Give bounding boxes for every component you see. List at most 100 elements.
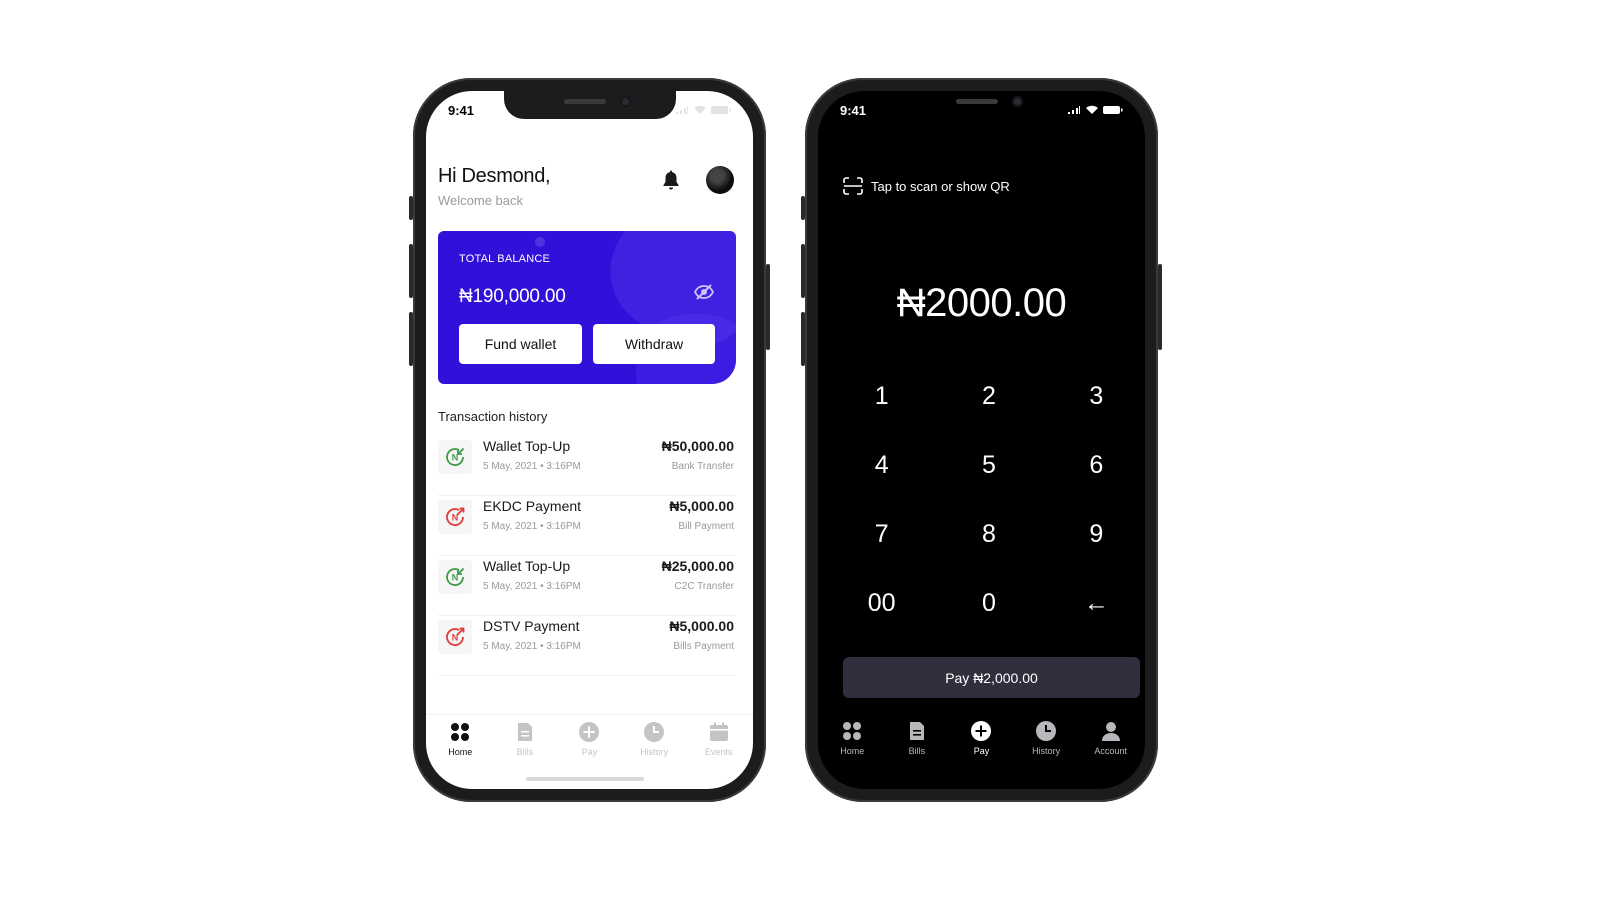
status-time: 9:41 [448,103,475,118]
transaction-date: 5 May, 2021 • 3:16PM [483,581,581,592]
volume-down-button [409,312,413,366]
card-decoration [535,237,545,247]
numeric-keypad: 1 2 3 4 5 6 7 8 9 00 0 ← [828,373,1145,626]
nav-item-home[interactable]: Home [821,714,883,789]
nav-item-events[interactable]: Events [688,715,750,789]
front-camera [619,96,631,107]
power-button [1158,264,1162,350]
volume-up-button [409,244,413,298]
speaker-grille [563,99,606,104]
account-user-icon [1101,722,1120,741]
transaction-list: N Wallet Top-Up 5 May, 2021 • 3:16PM ₦50… [438,436,736,676]
home-grid-icon [451,723,470,741]
transaction-method: Bank Transfer [671,461,734,472]
key-2[interactable]: 2 [935,373,1042,419]
pay-screen: 9:41 Tap to scan or show QR ₦2000.00 1 2… [818,91,1145,789]
nav-label: Home [840,746,865,756]
nav-item-history[interactable]: History [1015,714,1077,789]
bills-document-icon [909,722,924,740]
key-5[interactable]: 5 [935,442,1042,488]
transaction-amount: ₦50,000.00 [661,438,734,454]
svg-text:N: N [452,633,459,643]
nav-label: Home [448,747,473,757]
avatar[interactable] [706,166,734,194]
mute-switch [409,196,413,220]
key-4[interactable]: 4 [828,442,935,488]
wifi-icon [1086,105,1098,114]
notch [895,91,1068,119]
key-3[interactable]: 3 [1043,373,1145,419]
transaction-row[interactable]: N Wallet Top-Up 5 May, 2021 • 3:16PM ₦50… [438,436,736,496]
nav-label: Pay [973,746,990,756]
transaction-method: Bill Payment [678,521,734,532]
bills-document-icon [517,723,532,741]
history-clock-icon [1036,721,1057,741]
power-button [766,264,770,350]
key-0[interactable]: 0 [935,580,1042,626]
key-6[interactable]: 6 [1043,442,1145,488]
key-1[interactable]: 1 [828,373,935,419]
transaction-name: Wallet Top-Up [483,438,571,454]
key-00[interactable]: 00 [828,580,935,626]
greeting-subtitle: Welcome back [438,193,524,208]
mockup-stage: 9:41 Hi Desmond, Welcome back TOTAL BALA… [0,0,1600,901]
volume-down-button [801,312,805,366]
pay-plus-icon [579,722,600,742]
phone-frame-home: 9:41 Hi Desmond, Welcome back TOTAL BALA… [409,78,770,802]
battery-icon [1103,106,1123,114]
transaction-method: Bills Payment [673,641,734,652]
svg-text:N: N [452,573,459,583]
nav-item-account[interactable]: Account [1080,714,1142,789]
scan-qr-row[interactable]: Tap to scan or show QR [843,177,1010,195]
transaction-method: C2C Transfer [674,581,734,592]
nav-label: Bills [908,746,926,756]
notch [503,91,676,119]
nav-label: Bills [516,747,534,757]
fund-wallet-button[interactable]: Fund wallet [459,324,582,364]
key-9[interactable]: 9 [1043,511,1145,557]
credit-naira-icon: N [438,440,472,474]
status-icons [1067,105,1123,115]
nav-label: Events [704,747,733,757]
credit-naira-icon: N [438,560,472,594]
transaction-amount: ₦5,000.00 [669,618,734,634]
signal-icon [676,106,688,114]
debit-naira-icon: N [438,620,472,654]
key-7[interactable]: 7 [828,511,935,557]
debit-naira-icon: N [438,500,472,534]
eye-off-icon[interactable] [694,283,714,301]
home-grid-icon [843,722,862,740]
pay-button[interactable]: Pay ₦2,000.00 [843,657,1140,698]
key-8[interactable]: 8 [935,511,1042,557]
mute-switch [801,196,805,220]
nav-label: History [1032,746,1061,756]
battery-icon [711,106,731,114]
transaction-name: DSTV Payment [483,618,580,634]
nav-item-pay[interactable]: Pay [950,714,1012,789]
bottom-nav: Home Bills Pay History Account [818,714,1145,789]
bell-icon[interactable] [659,169,683,193]
speaker-grille [955,99,998,104]
transaction-row[interactable]: N DSTV Payment 5 May, 2021 • 3:16PM ₦5,0… [438,616,736,676]
transaction-row[interactable]: N EKDC Payment 5 May, 2021 • 3:16PM ₦5,0… [438,496,736,556]
transaction-amount: ₦5,000.00 [669,498,734,514]
volume-up-button [801,244,805,298]
nav-label: History [640,747,669,757]
balance-card: TOTAL BALANCE ₦190,000.00 Fund wallet Wi… [438,231,736,384]
nav-item-bills[interactable]: Bills [886,714,948,789]
signal-icon [1068,106,1080,114]
scan-qr-label: Tap to scan or show QR [871,178,1010,194]
withdraw-button[interactable]: Withdraw [593,324,715,364]
transaction-row[interactable]: N Wallet Top-Up 5 May, 2021 • 3:16PM ₦25… [438,556,736,616]
qr-scan-icon [843,177,863,195]
transaction-amount: ₦25,000.00 [661,558,734,574]
payment-amount: ₦2000.00 [896,281,1067,325]
events-calendar-icon [709,722,728,741]
front-camera [1011,96,1023,107]
transaction-name: Wallet Top-Up [483,558,571,574]
status-icons [675,105,731,115]
transaction-history-title: Transaction history [438,409,548,424]
svg-text:N: N [452,453,459,463]
nav-item-home[interactable]: Home [429,715,491,789]
backspace-arrow-icon[interactable]: ← [1043,580,1145,626]
